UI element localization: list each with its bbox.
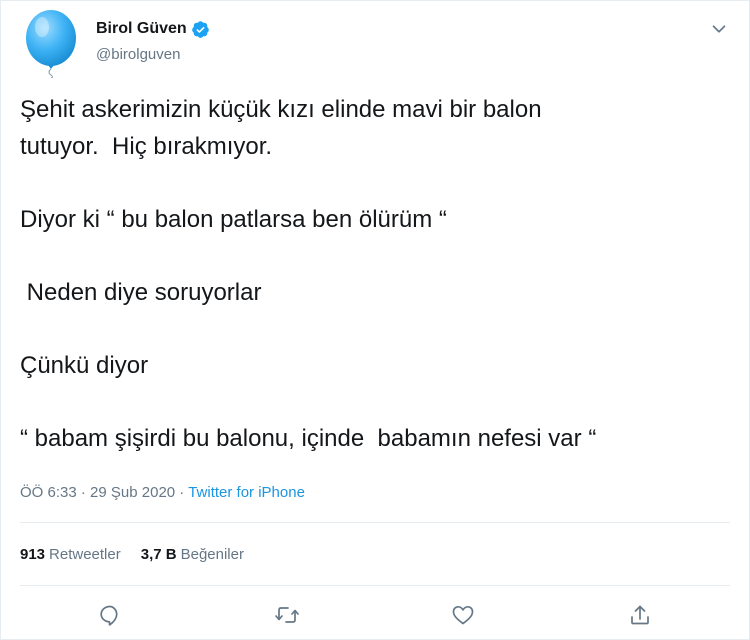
retweet-icon bbox=[275, 607, 299, 623]
tweet-date[interactable]: 29 Şub 2020 bbox=[90, 484, 175, 501]
like-icon bbox=[452, 605, 474, 625]
share-icon bbox=[631, 605, 649, 625]
author-name[interactable]: Birol Güven bbox=[96, 19, 210, 39]
author-handle[interactable]: @birolguven bbox=[96, 45, 180, 65]
tweet-line bbox=[20, 384, 730, 421]
author-name-text: Birol Güven bbox=[96, 20, 187, 37]
meta-separator: · bbox=[179, 484, 185, 501]
chevron-down-icon[interactable] bbox=[708, 18, 730, 40]
verified-badge-icon bbox=[191, 20, 209, 38]
divider bbox=[20, 585, 730, 586]
tweet-line: Çünkü diyor bbox=[20, 351, 149, 379]
blue-balloon-avatar bbox=[26, 10, 76, 79]
tweet-line: Diyor ki “ bu balon patlarsa ben ölürüm … bbox=[20, 205, 447, 233]
tweet-line bbox=[20, 238, 730, 275]
reply-icon bbox=[100, 605, 118, 626]
tweet-meta: ÖÖ 6:33 · 29 Şub 2020 · Twitter for iPho… bbox=[20, 483, 305, 503]
reply-button[interactable] bbox=[97, 602, 123, 628]
retweets-label: Retweetler bbox=[49, 546, 121, 563]
tweet-line: tutuyor. Hiç bırakmıyor. bbox=[20, 132, 273, 160]
retweets-count: 913 bbox=[20, 546, 46, 563]
tweet-actions bbox=[0, 598, 750, 632]
meta-separator: · bbox=[80, 484, 86, 501]
tweet-line bbox=[20, 311, 730, 348]
likes-label: Beğeniler bbox=[180, 546, 244, 563]
retweet-button[interactable] bbox=[274, 602, 300, 628]
tweet-line: Neden diye soruyorlar bbox=[20, 278, 262, 306]
retweets-stat[interactable]: 913 Retweetler bbox=[20, 545, 121, 565]
share-button[interactable] bbox=[627, 602, 653, 628]
tweet-stats: 913 Retweetler 3,7 B Beğeniler bbox=[20, 545, 244, 565]
likes-stat[interactable]: 3,7 B Beğeniler bbox=[141, 545, 244, 565]
tweet-source-link[interactable]: Twitter for iPhone bbox=[188, 484, 305, 501]
tweet-line bbox=[20, 165, 730, 202]
avatar[interactable] bbox=[20, 8, 82, 79]
likes-count: 3,7 B bbox=[140, 546, 177, 563]
like-button[interactable] bbox=[450, 602, 476, 628]
tweet-text: Şehit askerimizin küçük kızı elinde mavi… bbox=[20, 92, 730, 457]
tweet-line: “ babam şişirdi bu balonu, içinde babamı… bbox=[20, 424, 597, 452]
divider bbox=[20, 522, 730, 523]
tweet-time[interactable]: ÖÖ 6:33 bbox=[20, 484, 77, 501]
tweet-line: Şehit askerimizin küçük kızı elinde mavi… bbox=[20, 96, 542, 123]
